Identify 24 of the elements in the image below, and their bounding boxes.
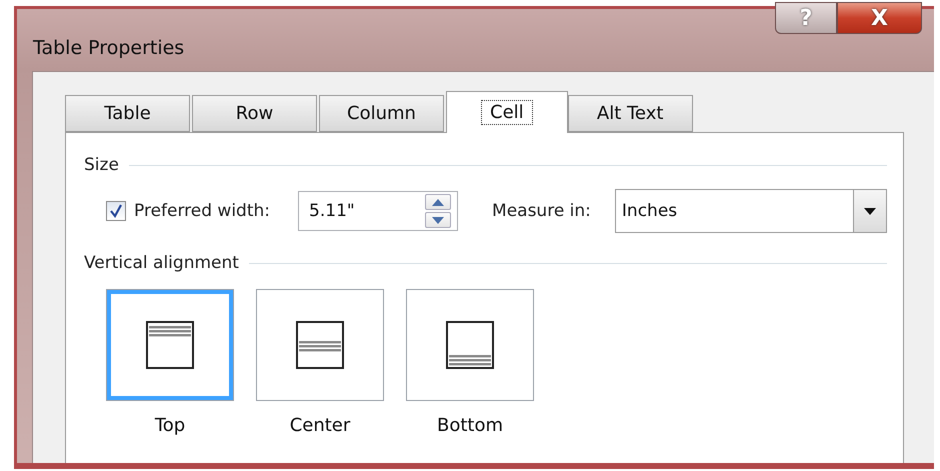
measure-dropdown[interactable]: Inches [614, 189, 887, 233]
tab[interactable]: Cell [446, 91, 568, 133]
window-title: Table Properties [33, 37, 186, 59]
cell-alignment-icon [296, 321, 344, 369]
tab[interactable]: Table [65, 95, 190, 132]
section-heading: Size [84, 155, 119, 175]
option-label: Center [290, 415, 350, 436]
tab[interactable]: Alt Text [568, 95, 693, 132]
alignment-option[interactable] [256, 289, 384, 401]
width-spinner[interactable]: 5.11" [298, 191, 458, 231]
alignment-option[interactable] [406, 289, 534, 401]
tab[interactable]: Column [319, 95, 444, 132]
field-label: Preferred width: [134, 201, 270, 221]
close-button[interactable]: X [837, 2, 922, 34]
option-label: Top [154, 415, 186, 436]
option-label: Bottom [436, 415, 504, 436]
section-heading: Vertical alignment [84, 253, 239, 273]
tab[interactable]: Row [192, 95, 317, 132]
caret-icon [864, 208, 876, 214]
cell-alignment-icon [146, 321, 194, 369]
checkbox[interactable] [106, 201, 126, 221]
cell-alignment-icon [446, 321, 494, 369]
alignment-option[interactable] [106, 289, 234, 401]
field-label: Measure in: [492, 201, 591, 221]
